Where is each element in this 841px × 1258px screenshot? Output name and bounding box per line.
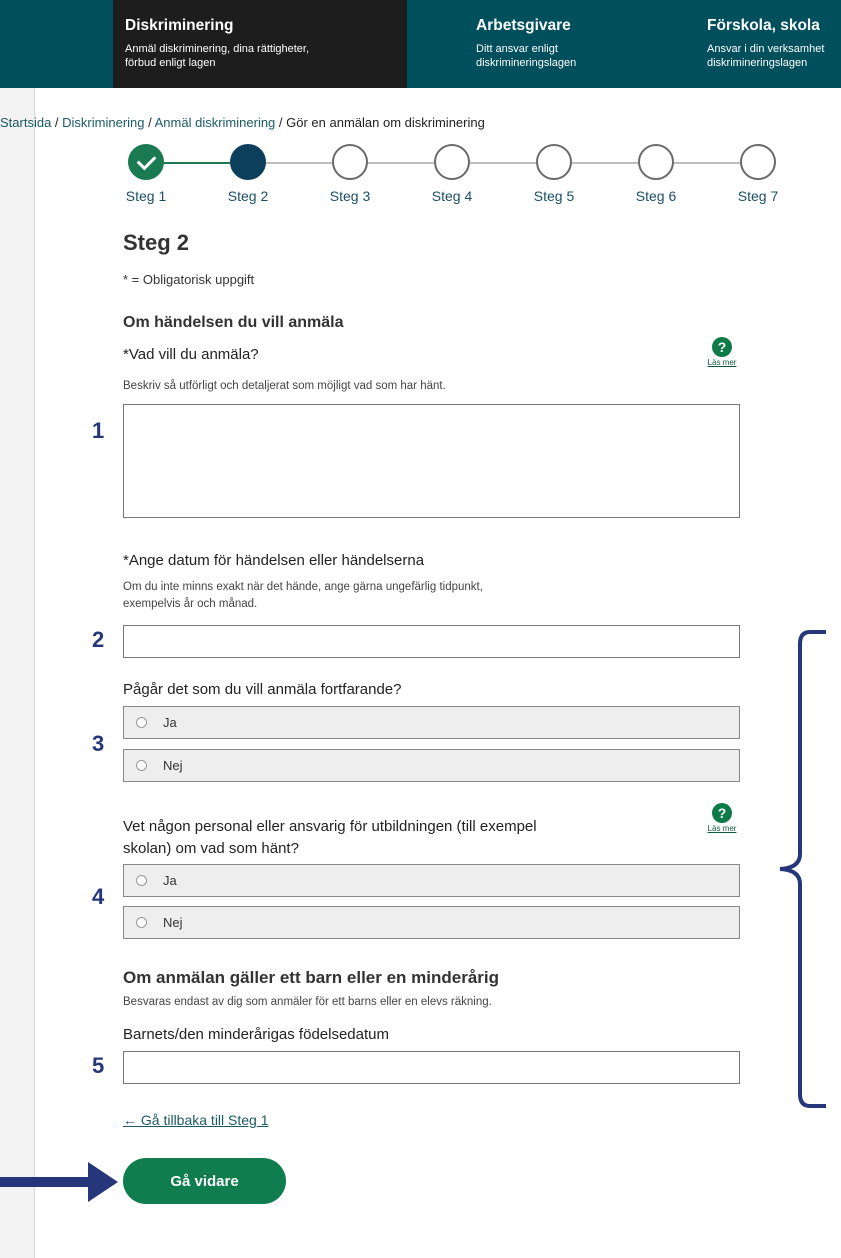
breadcrumb-separator: / (51, 115, 63, 130)
annotation-number: 5 (92, 1053, 105, 1078)
step-connector (470, 162, 536, 164)
step-6-circle (638, 144, 674, 180)
q2-label: *Ange datum för händelsen eller händelse… (123, 552, 425, 569)
radio-circle-icon[interactable] (136, 717, 147, 728)
continue-button[interactable]: Gå vidare (123, 1158, 286, 1204)
section-heading-incident: Om händelsen du vill anmäla (123, 314, 344, 331)
annotation-brace-icon (779, 630, 826, 1108)
breadcrumb-current: Gör en anmälan om diskriminering (286, 115, 485, 130)
breadcrumb-page[interactable]: Anmäl diskriminering (155, 115, 276, 130)
q2-date-input[interactable] (123, 625, 740, 658)
nav-subtitle: Ditt ansvar enligt diskrimineringslagen (476, 43, 577, 69)
q4-option-nej[interactable]: Nej (123, 906, 740, 939)
nav-title: Förskola, skola (707, 17, 820, 34)
nav-subtitle: Ansvar i din verksamhet diskrimineringsl… (707, 43, 825, 69)
step-connector (368, 162, 434, 164)
birthdate-input[interactable] (123, 1051, 740, 1084)
radio-label: Ja (163, 873, 177, 888)
nav-subtitle: Anmäl diskriminering, dina rättigheter, … (125, 43, 310, 69)
q3-option-ja[interactable]: Ja (123, 706, 740, 739)
left-gutter (0, 0, 35, 1258)
q4-option-ja[interactable]: Ja (123, 864, 740, 897)
step-1-check-icon[interactable] (128, 144, 164, 180)
q4-label: Vet någon personal eller ansvarig för ut… (123, 818, 537, 857)
step-2-label: Steg 2 (227, 188, 269, 204)
radio-circle-icon[interactable] (136, 917, 147, 928)
help-link-text: Läs mer (707, 824, 737, 833)
step-connector (674, 162, 740, 164)
breadcrumb-home[interactable]: Startsida (0, 115, 51, 130)
step-4-label: Steg 4 (431, 188, 473, 204)
page-title: Steg 2 (123, 230, 190, 255)
annotation-arrow-icon (0, 1162, 118, 1202)
step-1-label[interactable]: Steg 1 (111, 188, 181, 204)
step-2-circle (230, 144, 266, 180)
annotation-number: 4 (92, 884, 105, 909)
breadcrumb: Startsida / Diskriminering / Anmäl diskr… (0, 115, 485, 130)
step-connector (572, 162, 638, 164)
back-to-step1-link[interactable]: ← Gå tillbaka till Steg 1 (123, 1112, 269, 1128)
q1-hint: Beskriv så utförligt och detaljerat som … (123, 380, 446, 392)
help-link-text: Läs mer (707, 358, 737, 367)
help-link-q1[interactable]: ? Läs mer (702, 337, 742, 367)
nav-title: Arbetsgivare (476, 17, 571, 34)
breadcrumb-section[interactable]: Diskriminering (62, 115, 144, 130)
q2-hint: Om du inte minns exakt när det hände, an… (123, 581, 483, 610)
help-link-q4[interactable]: ? Läs mer (702, 803, 742, 833)
step-5-label: Steg 5 (533, 188, 575, 204)
step-7-circle (740, 144, 776, 180)
step-7-label: Steg 7 (737, 188, 779, 204)
radio-circle-icon[interactable] (136, 760, 147, 771)
help-question-icon: ? (712, 337, 732, 357)
nav-item-diskriminering[interactable]: Diskriminering Anmäl diskriminering, din… (113, 0, 407, 88)
annotation-number: 2 (92, 627, 105, 652)
step-3-label: Steg 3 (329, 188, 371, 204)
q1-textarea[interactable] (123, 404, 740, 518)
step-4-circle (434, 144, 470, 180)
progress-stepper: Steg 1 Steg 2 Steg 3 Steg 4 Steg 5 Steg … (126, 140, 818, 210)
breadcrumb-separator: / (275, 115, 287, 130)
required-note: * = Obligatorisk uppgift (123, 272, 255, 287)
step-connector (266, 162, 332, 164)
step-5-circle (536, 144, 572, 180)
step-connector (164, 162, 230, 164)
q3-label: Pågår det som du vill anmäla fortfarande… (123, 681, 402, 698)
nav-item-forskola-skola[interactable]: Förskola, skola Ansvar i din verksamhet … (700, 0, 841, 88)
section2-hint: Besvaras endast av dig som anmäler för e… (123, 996, 492, 1008)
nav-item-arbetsgivare[interactable]: Arbetsgivare Ditt ansvar enligt diskrimi… (470, 0, 660, 88)
annotation-number: 1 (92, 418, 105, 443)
step-3-circle (332, 144, 368, 180)
radio-label: Nej (163, 915, 183, 930)
nav-title: Diskriminering (125, 17, 234, 34)
step-6-label: Steg 6 (635, 188, 677, 204)
section-heading-minor: Om anmälan gäller ett barn eller en mind… (123, 968, 500, 987)
q1-label: *Vad vill du anmäla? (123, 346, 259, 363)
help-question-icon: ? (712, 803, 732, 823)
q3-option-nej[interactable]: Nej (123, 749, 740, 782)
radio-label: Ja (163, 715, 177, 730)
annotation-number: 3 (92, 731, 105, 756)
q5-label: Barnets/den minderårigas födelsedatum (123, 1026, 389, 1043)
breadcrumb-separator: / (144, 115, 155, 130)
radio-label: Nej (163, 758, 183, 773)
top-navigation: Diskriminering Anmäl diskriminering, din… (0, 0, 841, 88)
radio-circle-icon[interactable] (136, 875, 147, 886)
